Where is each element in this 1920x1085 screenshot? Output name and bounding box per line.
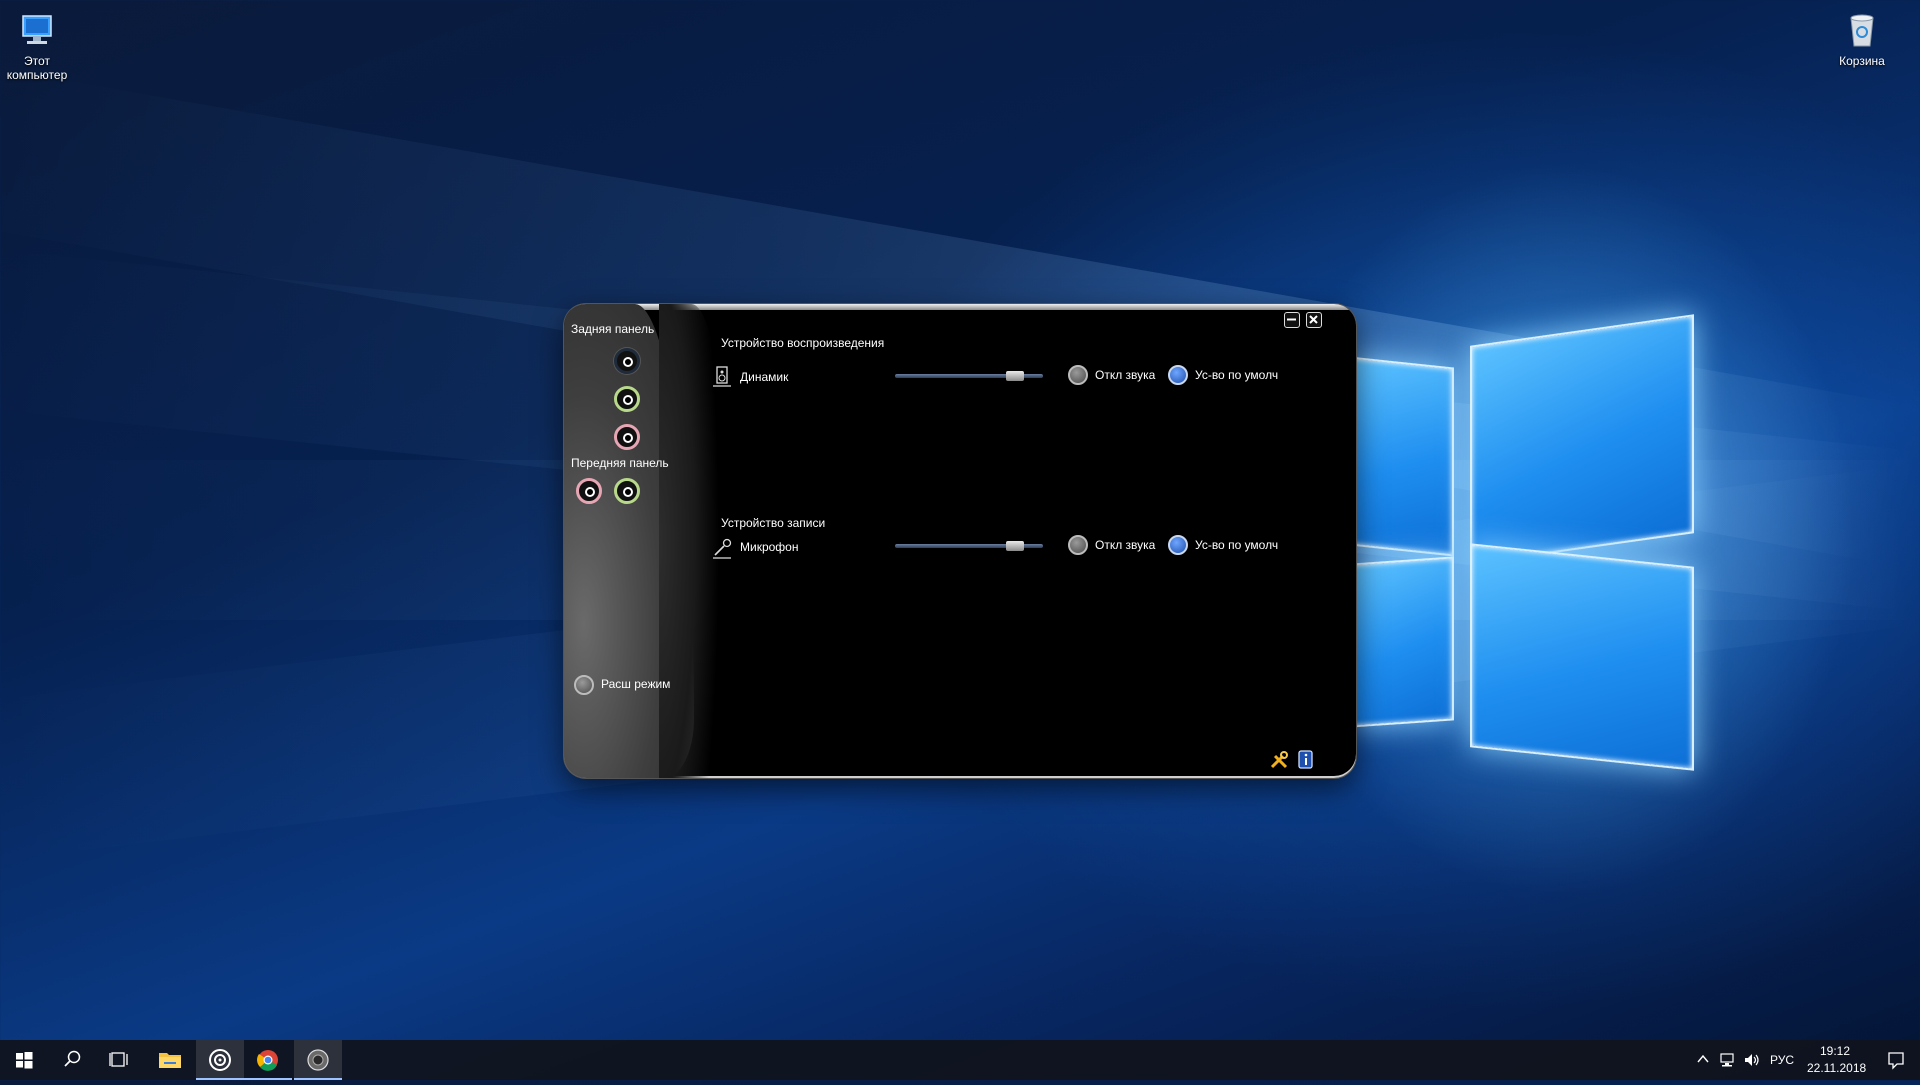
recording-default-device-radio[interactable] — [1168, 535, 1188, 555]
realtek-taskbar-button[interactable] — [294, 1040, 342, 1080]
playback-mute-label: Откл звука — [1095, 368, 1156, 382]
computer-icon — [17, 10, 57, 50]
network-icon[interactable] — [1718, 1052, 1736, 1068]
close-icon — [1309, 315, 1318, 324]
input-language-indicator[interactable]: РУС — [1770, 1053, 1794, 1067]
recording-default-device-label: Ус-во по умолч — [1195, 538, 1279, 552]
tray-overflow-chevron-up-icon[interactable] — [1696, 1052, 1710, 1066]
front-panel-label: Передняя панель — [571, 456, 669, 470]
advanced-mode-radio[interactable] — [574, 675, 594, 695]
volume-tray-icon[interactable] — [1743, 1052, 1761, 1068]
rear-jack-green[interactable] — [614, 386, 640, 412]
file-explorer-taskbar-button[interactable] — [146, 1040, 194, 1080]
this-pc-label-line2: компьютер — [6, 68, 68, 82]
front-jack-pink[interactable] — [576, 478, 602, 504]
this-pc-desktop-icon[interactable]: Этот компьютер — [0, 10, 77, 82]
this-pc-label-line1: Этот — [24, 54, 50, 68]
recycle-bin-desktop-icon[interactable]: Корзина — [1822, 10, 1902, 68]
clock-time[interactable]: 19:12 — [1820, 1044, 1850, 1058]
search-icon — [64, 1050, 81, 1067]
microphone-icon — [711, 537, 733, 559]
minimize-icon — [1287, 318, 1296, 321]
rear-panel-label: Задняя панель — [571, 322, 655, 336]
audio-manager-window: Задняя панель Передняя панель Расш режим… — [564, 304, 1356, 778]
chrome-icon — [257, 1050, 278, 1071]
settings-tools-button[interactable] — [1269, 750, 1289, 770]
speaker-device-label: Динамик — [740, 370, 789, 384]
action-center-button[interactable] — [1876, 1040, 1916, 1080]
advanced-mode-label: Расш режим — [601, 677, 671, 691]
folder-icon — [159, 1053, 181, 1068]
microphone-device-label: Микрофон — [740, 540, 799, 554]
playback-mute-radio[interactable] — [1068, 365, 1088, 385]
playback-default-device-label: Ус-во по умолч — [1195, 368, 1279, 382]
rear-jack-pink[interactable] — [614, 424, 640, 450]
recycle-bin-icon — [1842, 10, 1882, 50]
playback-volume-thumb[interactable] — [1005, 371, 1024, 381]
info-button[interactable] — [1297, 750, 1315, 770]
task-view-icon — [109, 1052, 128, 1067]
clock-date[interactable]: 22.11.2018 — [1807, 1061, 1866, 1075]
notification-icon — [1888, 1052, 1904, 1070]
task-view-button[interactable] — [96, 1040, 144, 1080]
speaker-icon — [711, 366, 733, 388]
realtek-speaker-icon — [307, 1049, 329, 1071]
close-button[interactable] — [1306, 312, 1322, 328]
playback-default-device-radio[interactable] — [1168, 365, 1188, 385]
taskbar: РУС 19:12 22.11.2018 — [0, 1040, 1920, 1080]
recording-volume-thumb[interactable] — [1005, 541, 1024, 551]
audio-app-taskbar-button[interactable] — [196, 1040, 244, 1080]
info-icon — [1298, 750, 1313, 769]
minimize-button[interactable] — [1284, 312, 1300, 328]
windows-logo-wallpaper — [1330, 310, 1720, 771]
wrench-screwdriver-icon — [1270, 751, 1288, 769]
speaker-ring-icon — [209, 1049, 231, 1071]
recording-mute-label: Откл звука — [1095, 538, 1156, 552]
front-jack-green[interactable] — [614, 478, 640, 504]
search-button[interactable] — [48, 1040, 96, 1080]
start-button[interactable] — [0, 1040, 48, 1080]
recording-mute-radio[interactable] — [1068, 535, 1088, 555]
playback-section-label: Устройство воспроизведения — [721, 336, 885, 350]
windows-start-icon — [16, 1052, 33, 1069]
rear-jack-black[interactable] — [614, 348, 640, 374]
recycle-bin-label: Корзина — [1839, 54, 1885, 68]
recording-section-label: Устройство записи — [721, 516, 826, 530]
chrome-taskbar-button[interactable] — [244, 1040, 292, 1080]
